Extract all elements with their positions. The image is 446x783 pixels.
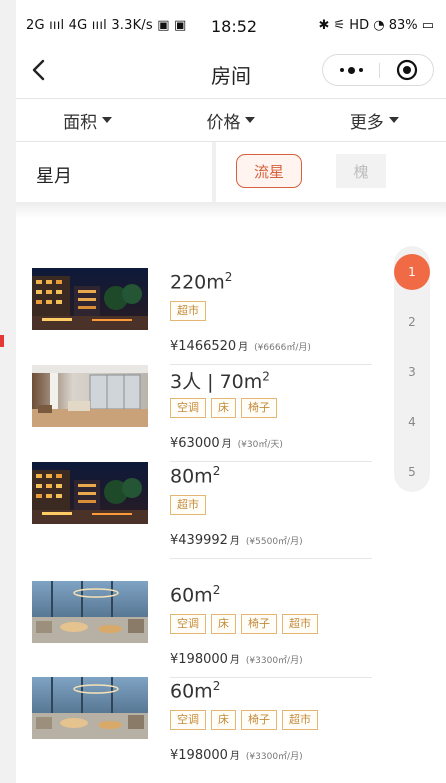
amenity-tag: 椅子 [241,398,277,418]
amenity-tags: 空调 床 椅子 [170,398,277,418]
floor-chip[interactable]: 槐 [336,154,386,188]
amenity-tag: 椅子 [241,614,277,634]
area-unit-sup: 2 [224,270,233,284]
amenity-tag: 椅子 [241,710,277,730]
building-divider [212,142,216,202]
filter-area-label: 面积 [63,112,98,133]
listing-divider [170,558,372,559]
price-rate: (¥30㎡/天) [237,440,283,450]
area-unit-sup: 2 [262,369,270,384]
price-value: ¥198000 [170,748,228,763]
listing-area-value: 70m [219,371,263,393]
listing-photo-office [32,365,148,427]
listing-area: 80m2 [170,464,220,487]
price-rate: (¥3300㎡/月) [245,752,303,762]
price-unit: 月 [229,751,240,762]
amenity-tag: 超市 [282,710,318,730]
amenity-tags: 超市 [170,301,206,321]
listing-area: 60m2 [170,583,220,606]
more-button[interactable] [323,55,379,85]
price-value: ¥439992 [170,533,228,548]
status-time: 18:52 [211,17,258,36]
caret-down-icon [245,117,256,123]
listing-item[interactable]: 60m2 空调 床 椅子 超市 ¥198000 月 (¥3300㎡/月) [32,581,372,678]
amenity-tag: 超市 [170,301,206,321]
mini-program-capsule [322,54,434,86]
filter-price-label: 价格 [206,112,241,133]
amenity-tag: 超市 [170,495,206,515]
floor-pager: 1 2 3 4 5 [394,246,430,492]
price-value: ¥1466520 [170,339,237,354]
caret-down-icon [102,117,113,123]
amenity-tags: 超市 [170,495,206,515]
filter-bar: 面积 价格 更多 [16,98,446,142]
floor-chip-active[interactable]: 流星 [236,154,302,188]
listing-area-value: 60m [170,680,213,703]
listing-item[interactable]: 3人 | 70m2 空调 床 椅子 ¥63000 月 (¥30㎡/天) [32,365,372,462]
filter-price[interactable]: 价格 [159,99,302,141]
caret-down-icon [388,117,399,123]
price-unit: 月 [229,655,240,666]
phone-screen: 2G ıııl 4G ıııl 3.3K/s ▣ ▣ 18:52 ✱ ⚟ HD … [16,0,446,783]
target-close-icon [396,59,418,81]
amenity-tags: 空调 床 椅子 超市 [170,710,318,730]
listing-price: ¥1466520 月 (¥6666㎡/月) [170,338,311,354]
area-unit-sup: 2 [212,679,221,693]
listing-price: ¥439992 月 (¥5500㎡/月) [170,532,303,548]
price-value: ¥198000 [170,652,228,667]
filter-more-label: 更多 [349,112,384,133]
price-value: ¥63000 [170,436,220,451]
listing-item[interactable]: 220m2 超市 ¥1466520 月 (¥6666㎡/月) [32,268,372,365]
listing-price: ¥198000 月 (¥3300㎡/月) [170,747,303,763]
amenity-tag: 床 [211,614,236,634]
more-dots-icon [339,66,363,74]
amenity-tag: 空调 [170,614,206,634]
listing-area-value: 220m [170,271,225,294]
edge-marker [0,335,4,347]
area-unit-sup: 2 [212,583,221,597]
listing-photo-lounge [32,581,148,643]
nav-bar: 房间 [16,46,446,98]
area-unit-sup: 2 [212,464,221,478]
listing-item[interactable]: 80m2 超市 ¥439992 月 (¥5500㎡/月) [32,462,372,559]
status-network: 2G ıııl 4G ıııl 3.3K/s ▣ ▣ [26,18,187,33]
amenity-tag: 空调 [170,710,206,730]
building-row: 星月 流星 槐 [16,142,446,202]
amenity-tag: 超市 [282,614,318,634]
price-unit: 月 [221,439,232,450]
filter-area[interactable]: 面积 [16,99,159,141]
listing-area-value: 60m [170,584,213,607]
section-shadow [16,202,446,218]
listing-price: ¥198000 月 (¥3300㎡/月) [170,651,303,667]
listing-photo-lounge [32,677,148,739]
price-unit: 月 [229,536,240,547]
page-4-button[interactable]: 4 [394,404,430,440]
amenity-tag: 床 [211,398,236,418]
close-mini-program-button[interactable] [380,55,434,85]
listing-occupancy: 3人 | [170,371,220,393]
listing-photo-night-street [32,462,148,524]
status-bar: 2G ıııl 4G ıııl 3.3K/s ▣ ▣ 18:52 ✱ ⚟ HD … [16,0,446,46]
price-rate: (¥6666㎡/月) [254,343,311,353]
price-rate: (¥5500㎡/月) [245,537,303,547]
page-3-button[interactable]: 3 [394,354,430,390]
listing-area: 220m2 [170,270,232,293]
listing-area: 3人 | 70m2 [170,367,270,394]
amenity-tag: 空调 [170,398,206,418]
listing-area-value: 80m [170,465,213,488]
listing-item[interactable]: 60m2 空调 床 椅子 超市 ¥198000 月 (¥3300㎡/月) [32,677,372,773]
page-5-button[interactable]: 5 [394,454,430,490]
amenity-tags: 空调 床 椅子 超市 [170,614,318,634]
listing-area: 60m2 [170,679,220,702]
listing-photo-night-street [32,268,148,330]
price-unit: 月 [238,342,249,353]
filter-more[interactable]: 更多 [303,99,446,141]
page-2-button[interactable]: 2 [394,304,430,340]
amenity-tag: 床 [211,710,236,730]
price-rate: (¥3300㎡/月) [245,656,303,666]
listing-price: ¥63000 月 (¥30㎡/天) [170,435,283,451]
building-name: 星月 [36,166,72,187]
page-1-button[interactable]: 1 [394,254,430,290]
status-indicators: ✱ ⚟ HD ◔ 83% ▭ [318,18,434,33]
